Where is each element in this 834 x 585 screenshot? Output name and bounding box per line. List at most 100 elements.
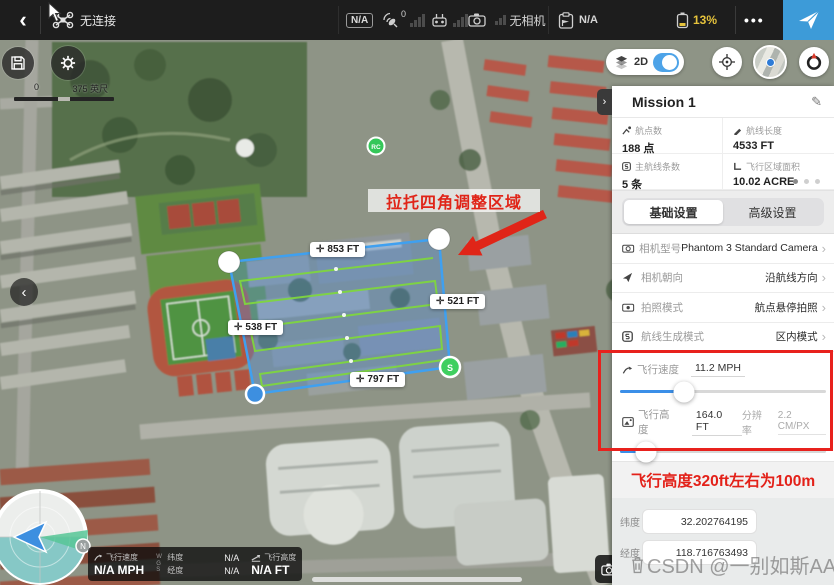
divider (548, 6, 549, 34)
svg-text:N: N (80, 542, 86, 551)
telemetry-lat-value: N/A (224, 553, 239, 563)
drag-icon: ✛ (316, 244, 324, 255)
rc-home-marker[interactable]: RC (368, 138, 385, 155)
chevron-right-icon: › (603, 96, 607, 108)
compass-reset-button[interactable] (799, 47, 829, 77)
telemetry-bar: 飞行速度 N/A MPH WGS 纬度 N/A 经度 N/A 飞行高度 N/A FT (88, 547, 302, 581)
row-route-mode[interactable]: 航线生成模式 区内模式 › (612, 323, 834, 353)
preflight-checklist[interactable]: N/A (558, 0, 598, 40)
collapse-left-button[interactable]: ‹ (10, 278, 38, 306)
compass-icon (803, 51, 825, 73)
tab-basic-settings[interactable]: 基础设置 (624, 200, 723, 224)
mouse-cursor (48, 2, 63, 23)
scale-end: 375 英尺 (72, 82, 108, 95)
scale-start: 0 (34, 82, 39, 95)
save-mission-button[interactable] (2, 47, 34, 79)
telemetry-lng-value: N/A (224, 566, 239, 576)
map-settings-button[interactable] (51, 46, 85, 80)
edge-length-right: ✛521 FT (430, 294, 485, 309)
locate-me-button[interactable] (712, 47, 742, 77)
settings-rows: 相机型号 Phantom 3 Standard Camera › 相机朝向 沿航… (612, 234, 834, 352)
corner-handle-topright[interactable] (428, 228, 450, 250)
battery-icon (676, 12, 689, 29)
rc-signal-status[interactable] (430, 0, 468, 40)
checklist-value: N/A (579, 14, 598, 26)
speed-value-field[interactable]: 11.2 MPH (691, 362, 745, 377)
altitude-slider-thumb[interactable] (635, 441, 656, 462)
chevron-right-icon: › (822, 329, 826, 344)
heading-icon (622, 272, 637, 283)
telemetry-speed-label: 飞行速度 (106, 552, 138, 563)
altitude-icon (622, 417, 634, 427)
row-camera-model[interactable]: 相机型号 Phantom 3 Standard Camera › (612, 234, 834, 264)
app-window: ‹ 无连接 N/A 0 (0, 0, 834, 585)
gear-icon (58, 53, 78, 73)
battery-status[interactable]: 13% (676, 0, 717, 40)
chevron-right-icon: › (822, 241, 826, 256)
mission-title: Mission 1 (632, 94, 811, 110)
scale-bar (14, 97, 114, 101)
save-icon (9, 54, 27, 72)
toggle-2d-switch[interactable] (653, 53, 679, 72)
remote-controller-icon (430, 13, 449, 28)
corner-handle-bottomleft[interactable] (246, 385, 264, 403)
altitude-label: 飞行高度 (638, 407, 680, 437)
divider (40, 6, 41, 34)
altitude-value-field[interactable]: 164.0 FT (692, 409, 742, 436)
takeoff-button[interactable] (783, 0, 834, 40)
panel-collapse-button[interactable]: › (597, 89, 612, 115)
mission-stats: 航点数 188 点 航线长度 4533 FT 主航线条数 5 条 飞行区域面积 … (612, 118, 834, 191)
edge-length-left: ✛538 FT (228, 320, 283, 335)
satellite-icon (382, 12, 400, 28)
divider (735, 6, 736, 34)
speed-slider[interactable] (620, 390, 826, 393)
camera-signal-bars-icon (495, 15, 506, 25)
crosshair-icon (717, 52, 737, 72)
camera-icon (622, 243, 635, 253)
resolution-value: 2.2 CM/PX (778, 410, 826, 435)
telemetry-alt-label: 飞行高度 (264, 552, 296, 563)
lat-label: 纬度 (620, 514, 642, 529)
wgs-label: WGS (156, 554, 164, 575)
edge-length-bottom: ✛797 FT (350, 372, 405, 387)
drag-icon: ✛ (234, 322, 242, 333)
start-point-marker[interactable]: S (440, 357, 460, 377)
map-mode-2d-toggle[interactable]: 2D (606, 49, 684, 75)
top-status-bar: ‹ 无连接 N/A 0 (0, 0, 834, 40)
edit-mission-icon[interactable]: ✎ (811, 94, 822, 110)
latitude-input[interactable] (642, 509, 757, 534)
speed-icon (94, 553, 103, 562)
telemetry-speed-value: N/A MPH (94, 563, 144, 577)
tab-advanced-settings[interactable]: 高级设置 (723, 200, 822, 224)
minimap-button[interactable] (753, 45, 787, 79)
more-menu-button[interactable]: ••• (744, 0, 765, 40)
gps-signal-bars-icon (410, 14, 425, 27)
camera-status[interactable]: 无相机 (468, 0, 546, 40)
back-chevron-icon: ‹ (19, 7, 26, 33)
more-dots-icon: ••• (744, 12, 765, 28)
telemetry-lng-label: 经度 (167, 565, 183, 576)
corner-handle-topleft[interactable] (218, 251, 240, 273)
row-photo-mode[interactable]: 拍照模式 航点悬停拍照 › (612, 293, 834, 323)
drag-icon: ✛ (436, 296, 444, 307)
route-mode-icon (622, 331, 637, 342)
location-dot (766, 58, 775, 67)
back-button[interactable]: ‹ (8, 0, 38, 40)
speed-slider-thumb[interactable] (673, 381, 694, 402)
telemetry-alt-value: N/A FT (251, 563, 296, 577)
row-camera-heading[interactable]: 相机朝向 沿航线方向 › (612, 264, 834, 294)
settings-tabs: 基础设置 高级设置 (612, 191, 834, 234)
altitude-slider[interactable] (620, 450, 826, 453)
area-icon (733, 162, 742, 171)
trash-icon (630, 556, 645, 574)
gps-status[interactable]: 0 (382, 0, 425, 40)
home-indicator[interactable] (312, 577, 522, 582)
stat-route-length: 航线长度 4533 FT (723, 118, 834, 154)
mode-2d-label: 2D (634, 56, 648, 68)
stat-waypoints: 航点数 188 点 (612, 118, 723, 154)
stat-area: 飞行区域面积 10.02 ACRE (723, 154, 834, 190)
page-dots[interactable] (793, 179, 820, 184)
stat-main-lines: 主航线条数 5 条 (612, 154, 723, 190)
telemetry-lat-label: 纬度 (167, 552, 183, 563)
s-route-icon (622, 162, 631, 171)
